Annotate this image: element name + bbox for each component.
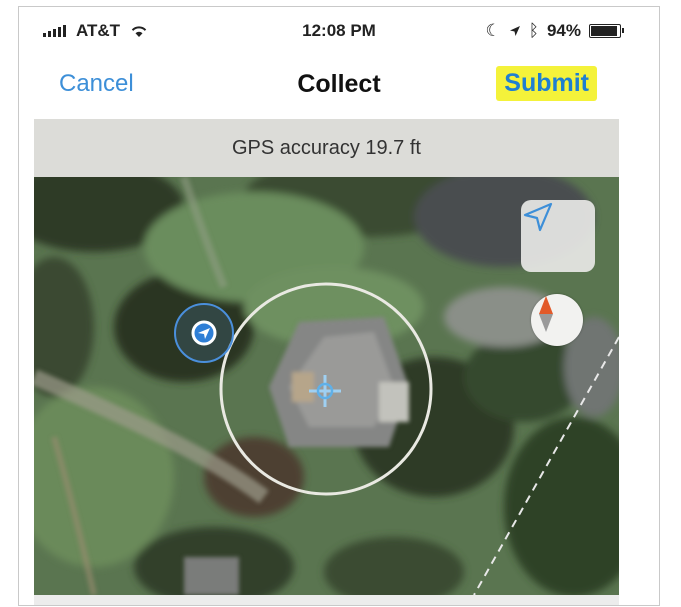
compass-button[interactable] — [531, 294, 583, 346]
battery-percent: 94% — [546, 21, 581, 40]
crosshair-icon — [309, 375, 341, 407]
current-location-marker-icon — [174, 303, 234, 363]
bluetooth-icon: ᛒ — [528, 21, 539, 40]
status-bar: AT&T 12:08 PM ☾ ᛒ 94% — [19, 7, 659, 47]
battery-icon — [589, 24, 624, 38]
navigation-bar: Cancel Collect Submit — [19, 62, 659, 108]
gps-accuracy-banner: GPS accuracy 19.7 ft — [34, 119, 619, 177]
location-services-icon — [509, 26, 520, 36]
bottom-panel-edge — [34, 595, 619, 605]
phone-screen: AT&T 12:08 PM ☾ ᛒ 94% Cancel Collect Sub… — [18, 6, 660, 606]
moon-icon: ☾ — [485, 21, 501, 40]
location-arrow-icon — [523, 202, 553, 232]
compass-icon — [539, 296, 553, 332]
locate-me-button[interactable] — [521, 200, 595, 272]
submit-button[interactable]: Submit — [496, 66, 597, 101]
satellite-map[interactable] — [34, 177, 619, 595]
